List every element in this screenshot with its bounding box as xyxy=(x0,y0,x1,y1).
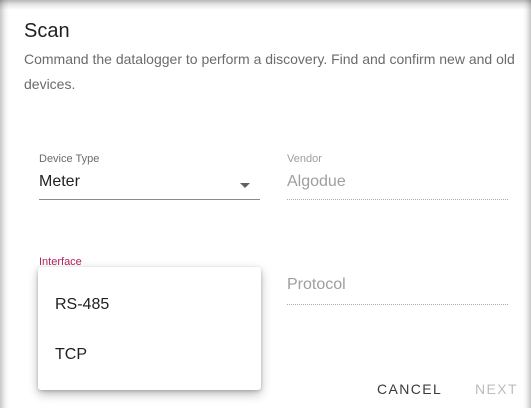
device-type-value: Meter xyxy=(39,173,80,190)
vendor-label: Vendor xyxy=(287,153,322,165)
menu-item-label: TCP xyxy=(55,346,87,363)
vendor-value: Algodue xyxy=(287,173,346,190)
interface-dropdown-menu: RS-485 TCP xyxy=(38,267,261,390)
dialog-shadow-left xyxy=(0,0,9,408)
caret-down-icon xyxy=(240,183,250,188)
cancel-button[interactable]: CANCEL xyxy=(377,381,442,397)
dialog-shadow-top xyxy=(0,0,531,10)
protocol-label: Protocol xyxy=(287,276,346,293)
dialog-shadow-right xyxy=(523,0,531,408)
vendor-underline xyxy=(287,199,508,200)
menu-item-tcp[interactable]: TCP xyxy=(38,335,261,375)
protocol-underline xyxy=(287,304,508,305)
dialog-description: Command the datalogger to perform a disc… xyxy=(24,51,515,92)
device-type-label: Device Type xyxy=(39,153,100,165)
menu-item-rs485[interactable]: RS-485 xyxy=(38,285,261,325)
menu-item-label: RS-485 xyxy=(55,296,110,313)
device-type-underline xyxy=(39,199,260,200)
scan-dialog: Scan Command the datalogger to perform a… xyxy=(0,0,531,408)
dialog-title: Scan xyxy=(24,20,70,42)
next-button[interactable]: NEXT xyxy=(475,381,518,397)
